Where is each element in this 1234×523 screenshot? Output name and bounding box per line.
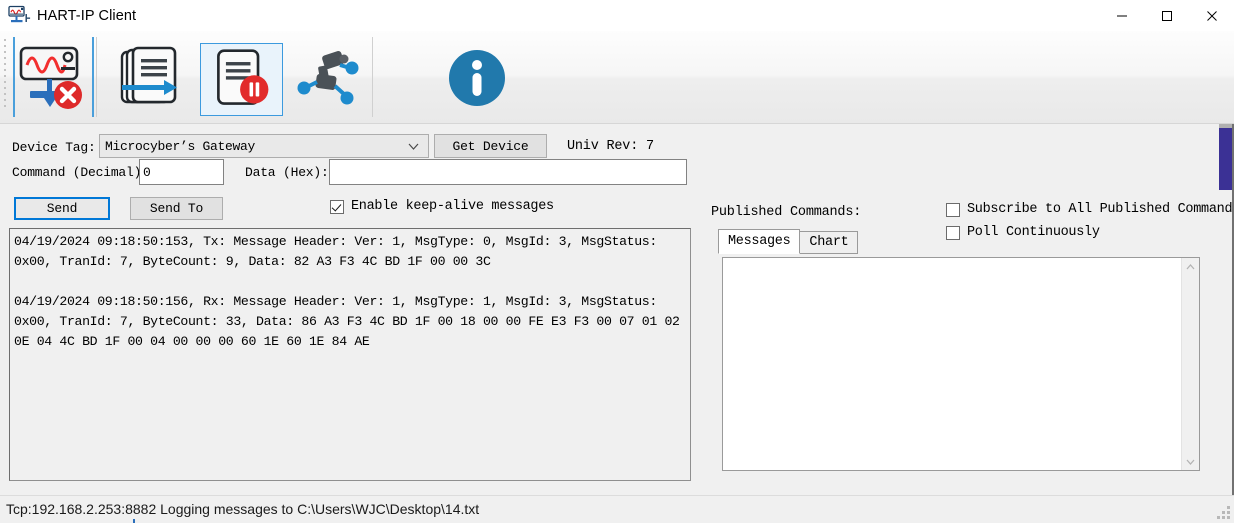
- log-line: 04/19/2024 09:18:50:153, Tx: Message Hea…: [14, 234, 657, 249]
- scroll-up-icon[interactable]: [1182, 258, 1199, 275]
- published-scrollbar[interactable]: [1181, 258, 1199, 470]
- resize-grip[interactable]: [1217, 506, 1231, 520]
- published-commands-label: Published Commands:: [711, 205, 862, 220]
- log-line: 04/19/2024 09:18:50:156, Rx: Message Hea…: [14, 294, 657, 309]
- published-messages-content[interactable]: [723, 258, 1181, 470]
- hart-ip-client-window: HART-IP Client Device Tag: Microcyber’s …: [0, 0, 1234, 523]
- device-tag-value: Microcyber’s Gateway: [105, 138, 256, 154]
- device-tag-combo[interactable]: Microcyber’s Gateway: [99, 134, 429, 158]
- published-messages-panel[interactable]: [722, 257, 1200, 471]
- window-title: HART-IP Client: [37, 7, 137, 24]
- scroll-down-icon[interactable]: [1182, 453, 1199, 470]
- about-button[interactable]: [444, 45, 510, 111]
- disconnect-device-button[interactable]: [16, 43, 88, 111]
- info-icon: [449, 50, 505, 106]
- published-tabs: Messages Chart: [718, 229, 859, 254]
- window-controls: [1099, 0, 1234, 31]
- network-nodes-icon: [297, 51, 359, 105]
- toolbar-grip[interactable]: [4, 39, 8, 115]
- minimize-icon[interactable]: [1099, 0, 1144, 31]
- device-tag-label: Device Tag:: [12, 140, 96, 155]
- send-to-button[interactable]: Send To: [130, 197, 223, 220]
- maximize-icon[interactable]: [1144, 0, 1189, 31]
- checkbox-indicator: [330, 199, 344, 214]
- command-decimal-label: Command (Decimal): [12, 165, 142, 180]
- command-input[interactable]: [139, 159, 224, 185]
- toolbar-separator-2: [372, 37, 373, 117]
- tab-chart[interactable]: Chart: [799, 231, 859, 254]
- window-scrollbar-thumb[interactable]: [1219, 128, 1232, 190]
- poll-continuously-checkbox[interactable]: Poll Continuously: [946, 225, 1100, 240]
- chevron-down-icon: [407, 140, 419, 152]
- checkbox-indicator: [946, 225, 960, 240]
- close-icon[interactable]: [1189, 0, 1234, 31]
- subscribe-all-published-checkbox[interactable]: Subscribe to All Published Commands: [946, 202, 1234, 217]
- toolbar-separator-left: [13, 37, 15, 117]
- data-hex-label: Data (Hex):: [245, 165, 329, 180]
- hart-device-icon: [5, 5, 31, 27]
- toolbar-separator-1: [92, 37, 94, 117]
- data-hex-input[interactable]: [329, 159, 687, 185]
- subscribe-all-published-label: Subscribe to All Published Commands: [967, 202, 1234, 217]
- get-device-button[interactable]: Get Device: [434, 134, 547, 158]
- document-pause-icon: [217, 49, 269, 105]
- network-devices-button[interactable]: [290, 43, 366, 111]
- log-line: 0E 04 4C BD 1F 00 04 00 00 00 60 1E 60 1…: [14, 334, 370, 349]
- log-line: 0x00, TranId: 7, ByteCount: 33, Data: 86…: [14, 314, 680, 329]
- checkbox-indicator: [946, 202, 960, 217]
- univ-rev-label: Univ Rev: 7: [567, 139, 654, 154]
- main-content: Device Tag: Microcyber’s Gateway Get Dev…: [0, 124, 1234, 495]
- documents-export-icon: [120, 46, 177, 104]
- enable-keep-alive-label: Enable keep-alive messages: [351, 199, 554, 214]
- main-toolbar: [0, 31, 1234, 124]
- send-button[interactable]: Send: [14, 197, 110, 220]
- scroll-track[interactable]: [1182, 275, 1199, 453]
- status-text: Tcp:192.168.2.253:8882 Logging messages …: [6, 501, 480, 517]
- oscilloscope-disconnect-icon: [19, 46, 82, 109]
- toolbar-separator-1b: [96, 37, 97, 117]
- tab-messages[interactable]: Messages: [718, 229, 801, 254]
- message-log-panel[interactable]: 04/19/2024 09:18:50:153, Tx: Message Hea…: [9, 228, 691, 481]
- pause-logging-button[interactable]: [200, 43, 283, 116]
- title-bar: HART-IP Client: [0, 0, 1234, 31]
- enable-keep-alive-checkbox[interactable]: Enable keep-alive messages: [330, 199, 554, 214]
- start-logging-button[interactable]: [108, 43, 192, 111]
- taskbar-indicator: [133, 519, 135, 523]
- log-line: 0x00, TranId: 7, ByteCount: 9, Data: 82 …: [14, 254, 491, 269]
- status-bar: Tcp:192.168.2.253:8882 Logging messages …: [0, 495, 1234, 523]
- poll-continuously-label: Poll Continuously: [967, 225, 1100, 240]
